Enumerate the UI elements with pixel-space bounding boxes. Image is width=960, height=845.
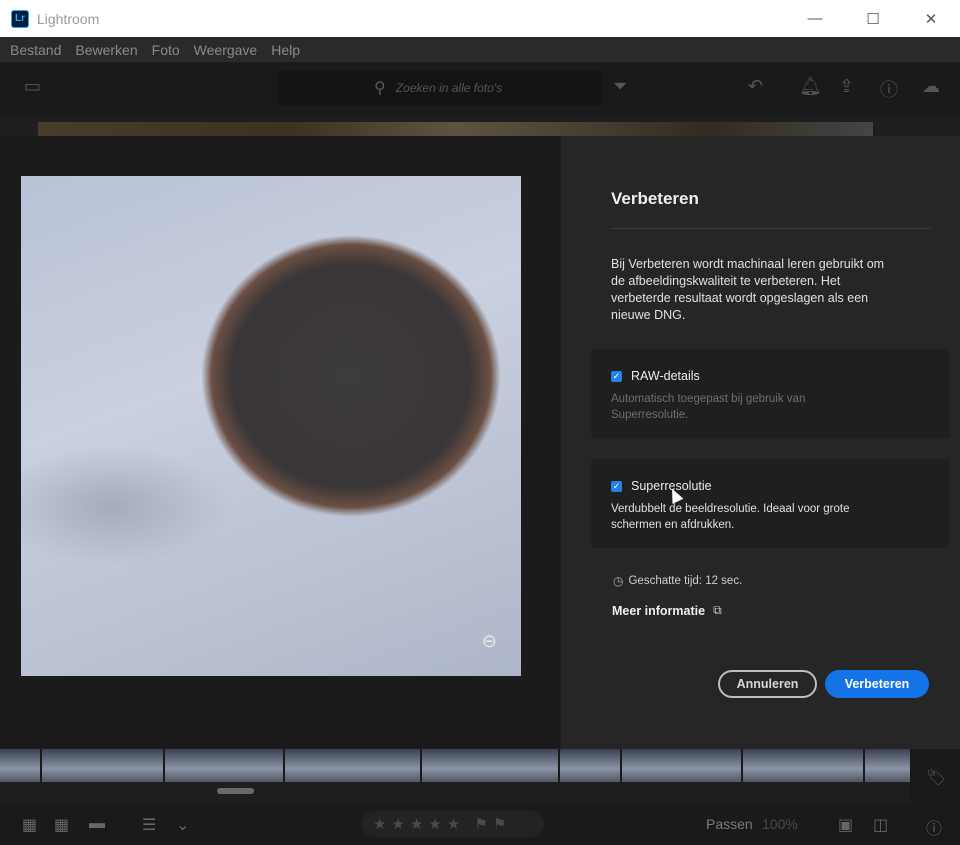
filmstrip-thumbnail[interactable]: [285, 749, 421, 782]
title-bar: Lr Lightroom — ☐ ✕: [0, 0, 960, 37]
undo-icon[interactable]: ↶: [748, 76, 763, 97]
menu-bar: Bestand Bewerken Foto Weergave Help: [0, 37, 960, 62]
raw-details-label[interactable]: RAW-details: [631, 369, 700, 383]
bell-icon[interactable]: 🔔︎: [799, 76, 822, 97]
dialog-description: Bij Verbeteren wordt machinaal leren geb…: [611, 257, 885, 322]
close-button[interactable]: ✕: [902, 0, 960, 37]
share-icon[interactable]: ⇪: [839, 76, 854, 97]
tag-icon[interactable]: 🏷︎: [926, 768, 946, 788]
help-icon[interactable]: ⓘ: [880, 76, 898, 102]
option-card-super-resolution: ✓ Superresolutie Verdubbelt de beeldreso…: [591, 459, 950, 548]
estimated-time-text: Geschatte tijd: 12 sec.: [628, 575, 743, 587]
sort-icon[interactable]: ☰: [142, 815, 156, 835]
star-rating[interactable]: ★★★★★ ⚑⚑: [361, 811, 544, 837]
filmstrip-thumbnail[interactable]: [865, 749, 911, 782]
estimated-time: ◷ Geschatte tijd: 12 sec.: [613, 574, 742, 588]
panel-toggle-icon[interactable]: ▭: [24, 76, 41, 97]
lightroom-logo-icon: Lr: [11, 9, 29, 28]
preview-pane: ⊖: [0, 136, 561, 749]
dialog-title: Verbeteren: [611, 189, 699, 208]
maximize-button[interactable]: ☐: [844, 0, 902, 37]
info-icon[interactable]: ⓘ: [926, 815, 942, 839]
chevron-down-icon[interactable]: ⌄: [176, 815, 189, 835]
search-box[interactable]: ⚲ Zoeken in alle foto's: [278, 71, 602, 105]
filmstrip-thumbnail[interactable]: [422, 749, 558, 782]
filmstrip-thumbnail[interactable]: [621, 749, 742, 782]
top-toolbar: ▭ ⚲ Zoeken in alle foto's ⏷ ↶ 🔔︎ ⇪ ⓘ ☁: [0, 62, 960, 114]
menu-bestand[interactable]: Bestand: [10, 42, 61, 58]
fit-label[interactable]: Passen: [706, 816, 753, 832]
square-grid-icon[interactable]: ▦: [54, 815, 69, 835]
search-icon: ⚲: [374, 80, 386, 97]
menu-foto[interactable]: Foto: [152, 42, 180, 58]
filmstrip-scrollbar[interactable]: [217, 788, 254, 794]
more-info-link[interactable]: Meer informatie ⧉: [612, 603, 722, 618]
filter-icon[interactable]: ⏷: [613, 76, 627, 97]
menu-bewerken[interactable]: Bewerken: [75, 42, 137, 58]
search-placeholder: Zoeken in alle foto's: [395, 81, 503, 95]
filmstrip-thumbnail[interactable]: [41, 749, 163, 782]
filmstrip-thumbnail[interactable]: [0, 749, 40, 782]
zoom-out-icon[interactable]: ⊖: [482, 631, 497, 652]
super-resolution-checkbox[interactable]: ✓: [611, 480, 622, 492]
split-view-icon[interactable]: ◫: [873, 815, 888, 835]
external-link-icon: ⧉: [713, 603, 722, 617]
enhance-dialog: ⊖ Verbeteren Bij Verbeteren wordt machin…: [0, 136, 960, 749]
filmstrip-thumbnail[interactable]: [164, 749, 284, 782]
compare-icon[interactable]: ▣: [838, 815, 853, 835]
filmstrip-thumbnail[interactable]: [743, 749, 864, 782]
enhance-button[interactable]: Verbeteren: [825, 670, 929, 698]
cancel-button[interactable]: Annuleren: [718, 670, 817, 698]
preview-image[interactable]: ⊖: [21, 176, 521, 676]
super-resolution-description: Verdubbelt de beeldresolutie. Ideaal voo…: [611, 503, 850, 531]
window-title: Lightroom: [37, 10, 100, 27]
detail-view-icon[interactable]: ▬: [89, 815, 105, 833]
raw-details-checkbox[interactable]: ✓: [611, 370, 622, 382]
more-info-label[interactable]: Meer informatie: [612, 604, 705, 618]
grid-view-icon[interactable]: ▦: [22, 815, 37, 835]
cloud-icon[interactable]: ☁: [922, 76, 940, 97]
option-card-raw-details: ✓ RAW-details Automatisch toegepast bij …: [591, 349, 950, 438]
minimize-button[interactable]: —: [786, 0, 844, 37]
filmstrip-thumbnail[interactable]: [559, 749, 620, 782]
background-photo-strip: [38, 122, 873, 136]
clock-icon: ◷: [613, 574, 624, 588]
divider: [611, 228, 931, 229]
zoom-level[interactable]: 100%: [762, 816, 798, 832]
filmstrip: [0, 749, 911, 782]
window-controls: — ☐ ✕: [786, 0, 960, 37]
menu-weergave[interactable]: Weergave: [194, 42, 258, 58]
raw-details-description: Automatisch toegepast bij gebruik van Su…: [611, 393, 806, 421]
settings-pane: Verbeteren Bij Verbeteren wordt machinaa…: [561, 136, 960, 749]
menu-help[interactable]: Help: [271, 42, 300, 58]
